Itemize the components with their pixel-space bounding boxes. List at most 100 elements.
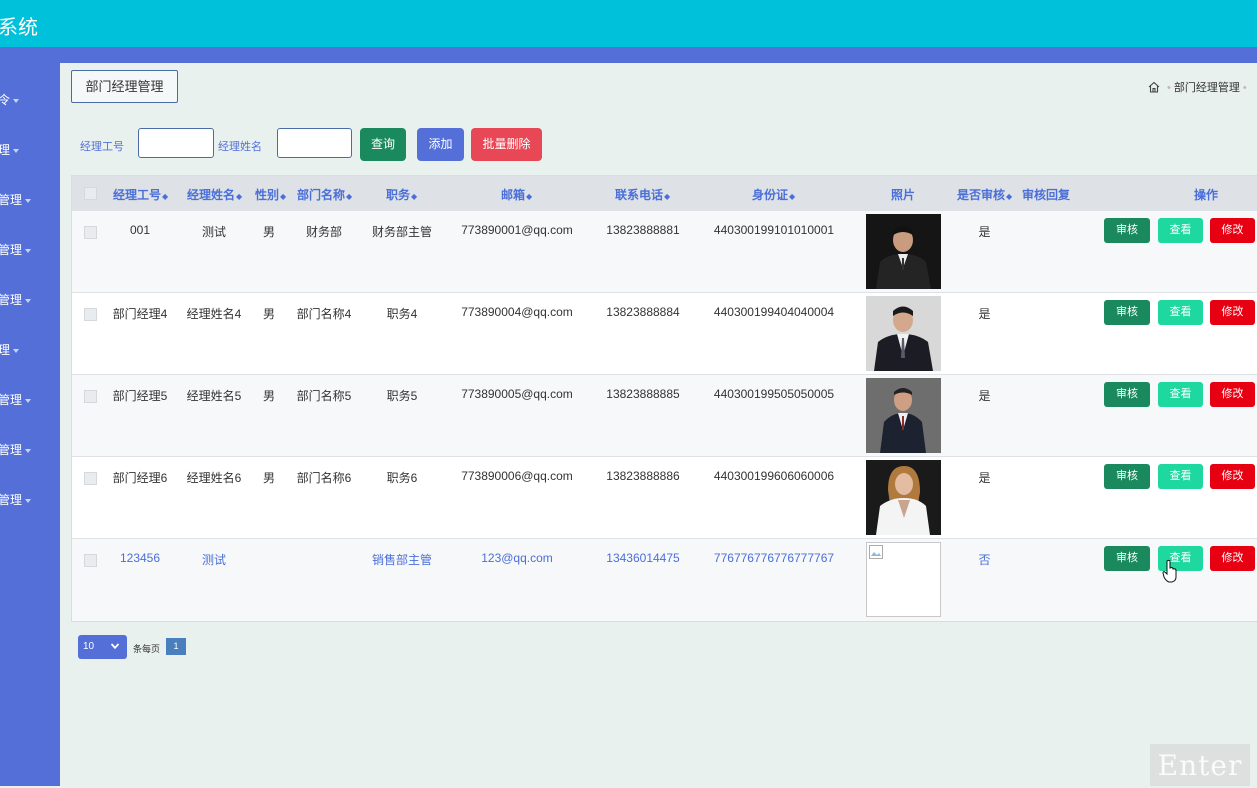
breadcrumb: • 部门经理管理 • [1148,79,1250,95]
column-header-email[interactable]: 邮箱◆ [501,186,532,203]
column-header-email-label: 邮箱 [501,188,526,202]
edit-button[interactable]: 修改 [1210,382,1255,407]
edit-button[interactable]: 修改 [1210,546,1255,571]
sidebar-item-7[interactable]: 管理 [0,391,58,411]
sidebar-item-label: 管理 [0,293,23,307]
sidebar-item-4[interactable]: 管理 [0,241,58,261]
column-header-reply: 审核回复 [1022,188,1071,202]
cell-position: 职务4 [386,307,418,321]
page-number-button[interactable]: 1 [166,638,186,655]
column-header-position[interactable]: 职务◆ [386,186,417,203]
page-size-value: 10 [83,641,95,652]
edit-button[interactable]: 修改 [1210,464,1255,489]
cell-id: 部门经理4 [112,307,168,321]
column-header-dept-label: 部门名称 [297,188,346,202]
audit-button[interactable]: 审核 [1104,464,1150,489]
hand-cursor-icon [1162,559,1177,583]
batch-delete-button[interactable]: 批量删除 [471,128,542,161]
table-row: 部门经理6 经理姓名6 男 部门名称6 职务6 773890006@qq.com… [72,456,1257,539]
view-button[interactable]: 查看 [1158,218,1203,243]
sidebar-item-8[interactable]: 管理 [0,441,58,461]
column-header-idcard-label: 身份证 [752,188,789,202]
cell-gender: 男 [262,389,275,403]
cell-gender: 男 [262,225,275,239]
sort-icon[interactable]: ◆ [1006,192,1012,201]
sidebar-item-3[interactable]: 管理 [0,191,58,211]
sidebar-item-9[interactable]: 管理 [0,491,58,511]
chevron-down-icon [25,448,32,453]
sidebar-item-5[interactable]: 管理 [0,291,58,311]
sidebar-item-label: 管理 [0,393,23,407]
manager-table: 经理工号◆ 经理姓名◆ 性别◆ 部门名称◆ 职务◆ 邮箱◆ 联系电话◆ 身份证◆… [71,175,1257,622]
column-header-dept[interactable]: 部门名称◆ [297,186,352,203]
audit-button[interactable]: 审核 [1104,546,1150,571]
table-row: 部门经理5 经理姓名5 男 部门名称5 职务5 773890005@qq.com… [72,374,1257,457]
cell-audited: 否 [978,553,991,567]
sidebar-item-1[interactable]: 令 [0,91,58,111]
page-title-tab[interactable]: 部门经理管理 [71,70,178,103]
row-checkbox[interactable] [84,554,97,567]
app-title: 系统 [0,17,38,39]
cell-audited: 是 [978,471,991,485]
sidebar-item-label: 管理 [0,193,23,207]
sidebar-item-6[interactable]: 理 [0,341,58,361]
cell-id: 001 [129,223,151,237]
table-row: 001 测试 男 财务部 财务部主管 773890001@qq.com 1382… [72,210,1257,293]
sidebar: 令 理 管理 管理 管理 理 管理 管理 管理 [0,63,60,786]
page-size-select[interactable]: 10 [78,635,127,659]
audit-button[interactable]: 审核 [1104,300,1150,325]
manager-name-input[interactable] [277,128,352,158]
broken-image-icon [866,542,941,617]
column-header-idcard[interactable]: 身份证◆ [752,186,795,203]
row-checkbox[interactable] [84,308,97,321]
manager-id-input[interactable] [138,128,214,158]
column-header-name[interactable]: 经理姓名◆ [187,186,242,203]
view-button[interactable]: 查看 [1158,382,1203,407]
sort-icon[interactable]: ◆ [346,192,352,201]
select-all-checkbox[interactable] [84,187,97,200]
chevron-down-icon [13,98,20,103]
edit-button[interactable]: 修改 [1210,300,1255,325]
cell-audited: 是 [978,225,991,239]
sort-icon[interactable]: ◆ [526,192,532,201]
sort-icon[interactable]: ◆ [411,192,417,201]
sidebar-item-label: 理 [0,343,11,357]
column-header-audited[interactable]: 是否审核◆ [957,186,1012,203]
column-header-id-label: 经理工号 [113,188,162,202]
home-icon[interactable] [1148,81,1160,93]
cell-dept: 部门名称6 [296,471,352,485]
sidebar-item-label: 理 [0,143,11,157]
row-checkbox[interactable] [84,226,97,239]
cell-position: 销售部主管 [371,553,432,567]
sort-icon[interactable]: ◆ [664,192,670,201]
view-button[interactable]: 查看 [1158,300,1203,325]
edit-button[interactable]: 修改 [1210,218,1255,243]
column-header-phone[interactable]: 联系电话◆ [615,186,670,203]
column-header-id[interactable]: 经理工号◆ [113,186,168,203]
top-header: 系统 [0,0,1257,47]
cell-email: 773890004@qq.com [461,305,573,319]
cell-name: 测试 [201,553,226,567]
sort-icon[interactable]: ◆ [236,192,242,201]
cell-email: 773890001@qq.com [461,223,573,237]
sort-icon[interactable]: ◆ [789,192,795,201]
sidebar-item-2[interactable]: 理 [0,141,58,161]
cell-idcard: 440300199606060006 [713,469,835,483]
cell-gender: 男 [262,471,275,485]
column-header-gender[interactable]: 性别◆ [255,186,286,203]
cell-audited: 是 [978,307,991,321]
row-checkbox[interactable] [84,472,97,485]
sort-icon[interactable]: ◆ [280,192,286,201]
cell-name: 经理姓名5 [186,389,242,403]
audit-button[interactable]: 审核 [1104,218,1150,243]
breadcrumb-separator: • [1242,82,1247,94]
add-button[interactable]: 添加 [417,128,464,161]
view-button[interactable]: 查看 [1158,464,1203,489]
row-checkbox[interactable] [84,390,97,403]
audit-button[interactable]: 审核 [1104,382,1150,407]
sort-icon[interactable]: ◆ [162,192,168,201]
query-button[interactable]: 查询 [360,128,406,161]
sidebar-item-label: 令 [0,93,11,107]
cell-email: 773890006@qq.com [461,469,573,483]
chevron-down-icon [25,248,32,253]
